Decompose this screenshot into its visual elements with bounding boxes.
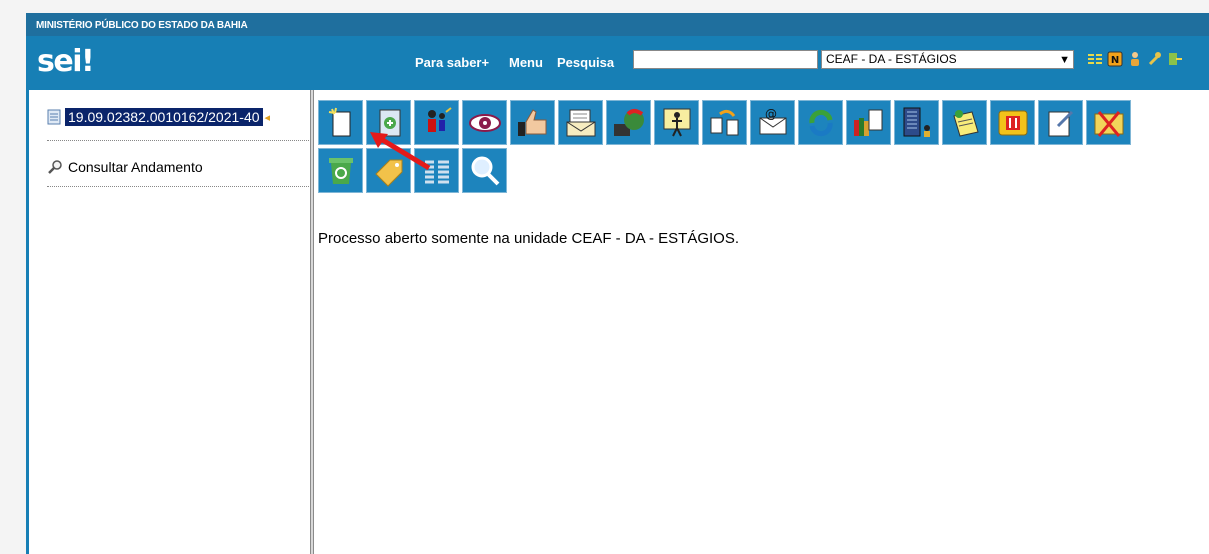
process-detail-pane: @ Processo aberto somente na unidade CEA… xyxy=(314,90,1209,554)
annotation-arrow-icon xyxy=(370,132,431,171)
unit-select[interactable]: CEAF - DA - ESTÁGIOS ▼ xyxy=(821,50,1074,69)
search-icon xyxy=(471,156,500,186)
edit-process-button[interactable] xyxy=(1038,100,1083,145)
recycle-icon xyxy=(329,158,353,184)
settings-wrench-icon[interactable] xyxy=(1147,51,1163,67)
consultar-andamento-label: Consultar Andamento xyxy=(68,159,203,175)
search-process-button[interactable] xyxy=(462,148,507,193)
tree-divider xyxy=(47,186,309,187)
suspend-icon xyxy=(998,110,1028,136)
exit-icon[interactable] xyxy=(1167,51,1183,67)
assign-person-button[interactable] xyxy=(654,100,699,145)
search-input[interactable] xyxy=(633,50,818,69)
logo-text: sei xyxy=(37,44,83,79)
process-number[interactable]: 19.09.02382.0010162/2021-40 xyxy=(65,108,263,126)
status-message: Processo aberto somente na unidade CEAF … xyxy=(318,230,740,247)
consultar-andamento-link[interactable]: Consultar Andamento xyxy=(47,158,203,176)
tree-divider xyxy=(47,140,309,141)
relate-icon xyxy=(809,109,833,137)
sei-app-window: MINISTÉRIO PÚBLICO DO ESTADO DA BAHIA se… xyxy=(26,13,1209,554)
move-documents-icon xyxy=(710,109,739,136)
approve-button[interactable] xyxy=(510,100,555,145)
assign-person-icon xyxy=(663,108,691,137)
process-tree-pane: 19.09.02382.0010162/2021-40 ◂ Consultar … xyxy=(26,90,310,554)
edit-process-icon xyxy=(1048,110,1074,137)
list-icon[interactable] xyxy=(1087,51,1103,67)
unit-button[interactable] xyxy=(894,100,939,145)
process-folder-icon xyxy=(47,109,61,125)
include-in-block-icon xyxy=(854,109,883,136)
move-documents-button[interactable] xyxy=(702,100,747,145)
unit-selected-value: CEAF - DA - ESTÁGIOS xyxy=(826,52,957,66)
cancel-icon xyxy=(1094,111,1124,137)
svg-text:N: N xyxy=(1111,55,1119,66)
org-name: MINISTÉRIO PÚBLICO DO ESTADO DA BAHIA xyxy=(36,20,248,31)
process-tree-root[interactable]: 19.09.02382.0010162/2021-40 ◂ xyxy=(47,108,270,126)
new-document-icon xyxy=(328,107,351,137)
process-marker-icon: ◂ xyxy=(264,111,271,124)
menu-link[interactable]: Menu xyxy=(509,55,543,70)
logo-mark: ! xyxy=(81,44,95,79)
notifications-icon[interactable]: N xyxy=(1107,51,1123,67)
screenshot-frame: MINISTÉRIO PÚBLICO DO ESTADO DA BAHIA se… xyxy=(0,0,1209,554)
update-process-button[interactable] xyxy=(606,100,651,145)
para-saber-link[interactable]: Para saber+ xyxy=(415,55,489,70)
follow-process-icon xyxy=(469,114,501,132)
annotation-button[interactable] xyxy=(942,100,987,145)
suspend-button[interactable] xyxy=(990,100,1035,145)
follow-process-button[interactable] xyxy=(462,100,507,145)
include-in-block-button[interactable] xyxy=(846,100,891,145)
unit-icon xyxy=(903,107,930,137)
update-icon xyxy=(614,109,644,136)
sei-logo[interactable]: sei! xyxy=(37,44,95,79)
annotation-icon xyxy=(953,110,979,137)
org-bar: MINISTÉRIO PÚBLICO DO ESTADO DA BAHIA xyxy=(26,13,1209,36)
approve-icon xyxy=(518,109,547,136)
chevron-down-icon: ▼ xyxy=(1059,54,1070,66)
svg-text:@: @ xyxy=(765,107,777,121)
cancel-process-button[interactable] xyxy=(1086,100,1131,145)
recycle-button[interactable] xyxy=(318,148,363,193)
pesquisa-link[interactable]: Pesquisa xyxy=(557,55,614,70)
send-email-icon: @ xyxy=(759,107,787,135)
new-document-button[interactable] xyxy=(318,100,363,145)
user-icon[interactable] xyxy=(1127,51,1143,67)
send-process-icon xyxy=(566,109,596,137)
send-email-button[interactable]: @ xyxy=(750,100,795,145)
magnifier-icon xyxy=(48,160,62,174)
send-process-button[interactable] xyxy=(558,100,603,145)
app-header: sei! Para saber+ Menu Pesquisa CEAF - DA… xyxy=(26,36,1209,90)
relate-process-button[interactable] xyxy=(798,100,843,145)
